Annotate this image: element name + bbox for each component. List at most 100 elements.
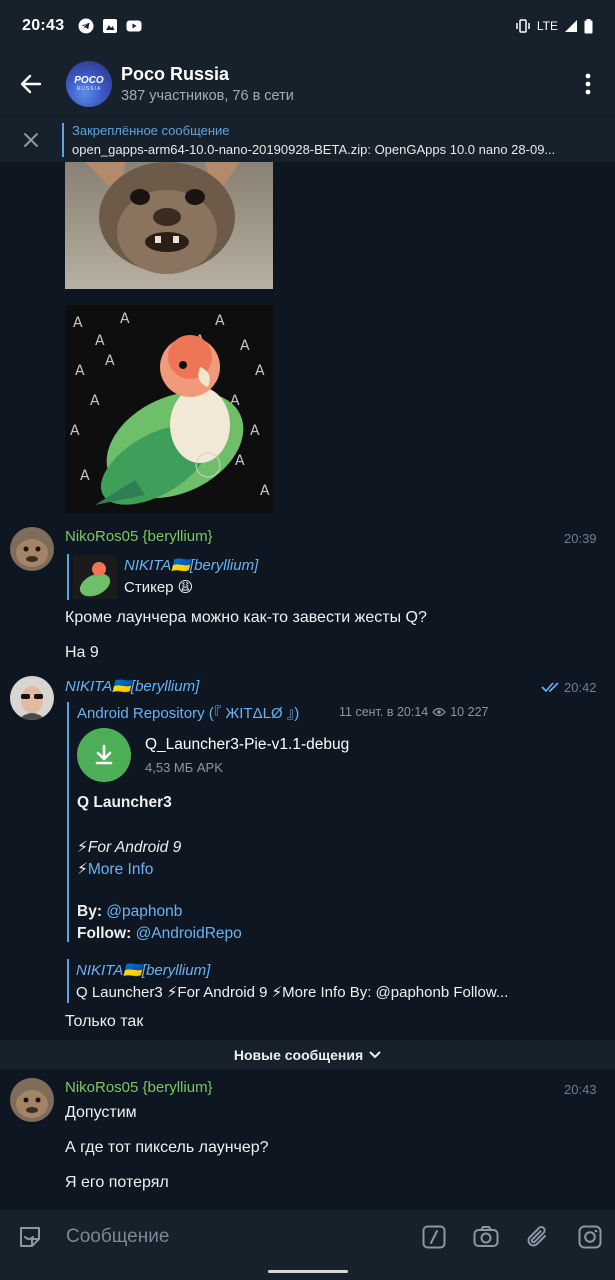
forward-date: 11 сент. в 20:14 xyxy=(339,705,429,719)
avatar-logo-bottom: RUSSIA xyxy=(76,86,102,92)
lovebird-image: AAAA AAAA AAAA AAAA xyxy=(65,305,273,513)
message-time: 20:42 xyxy=(564,680,597,695)
avatar-logo-top: POCO xyxy=(74,75,104,86)
reply-sender-name[interactable]: NIKITA🇺🇦[beryllium] xyxy=(124,556,258,574)
message-text: Я его потерял xyxy=(65,1174,169,1191)
slash-command-icon xyxy=(422,1225,446,1249)
message-time: 20:39 xyxy=(564,531,597,546)
attach-button[interactable] xyxy=(521,1220,555,1254)
forwarded-from-channel[interactable]: Android Repository (『 ЖITΔLØ 』) xyxy=(77,702,299,723)
paperclip-icon xyxy=(527,1226,546,1247)
pinned-text: open_gapps-arm64-10.0-nano-20190928-BETA… xyxy=(72,141,556,157)
user-avatar-bat xyxy=(10,1078,54,1122)
svg-text:A: A xyxy=(260,483,270,499)
camera-button[interactable] xyxy=(469,1220,503,1254)
lightning-emoji: ⚡ xyxy=(77,861,88,878)
reply-accent-bar xyxy=(67,959,69,1003)
more-options-button[interactable] xyxy=(561,52,615,116)
sender-name[interactable]: NIKITA🇺🇦[beryllium] xyxy=(65,677,199,695)
user-avatar-sunglasses xyxy=(10,676,54,720)
file-name[interactable]: Q_Launcher3-Pie-v1.1-debug xyxy=(145,736,349,754)
close-icon xyxy=(24,132,38,147)
close-pinned-button[interactable] xyxy=(0,117,62,163)
chat-header: POCO RUSSIA Poco Russia 387 участников, … xyxy=(0,52,615,116)
youtube-notification-icon xyxy=(126,20,142,32)
back-button[interactable] xyxy=(0,52,62,116)
user-avatar-bat xyxy=(10,527,54,571)
svg-text:A: A xyxy=(73,315,83,331)
follow-link[interactable]: @AndroidRepo xyxy=(136,925,242,942)
pinned-title: Закреплённое сообщение xyxy=(72,122,230,138)
pinned-accent-bar xyxy=(62,122,64,157)
svg-text:A: A xyxy=(95,333,105,349)
download-arrow-icon xyxy=(95,744,113,765)
caption-title: Q Launcher3 xyxy=(77,794,172,811)
svg-text:A: A xyxy=(235,453,245,469)
pinned-message-bar[interactable]: Закреплённое сообщение open_gapps-arm64-… xyxy=(0,116,615,162)
lovebird-photo[interactable]: AAAA AAAA AAAA AAAA xyxy=(65,305,273,513)
chat-title: Poco Russia xyxy=(121,64,230,84)
reply-sender-name[interactable]: NIKITA🇺🇦[beryllium] xyxy=(76,961,210,979)
svg-text:A: A xyxy=(215,313,225,329)
sender-name[interactable]: NikoRos05 {beryllium} xyxy=(65,1079,213,1096)
sender-name[interactable]: NikoRos05 {beryllium} xyxy=(65,528,213,545)
svg-text:A: A xyxy=(75,363,85,379)
message-input[interactable] xyxy=(66,1219,386,1255)
signal-icon xyxy=(565,20,577,32)
message-time: 20:43 xyxy=(564,1082,597,1097)
sticker-icon xyxy=(20,1227,40,1247)
message-text: На 9 xyxy=(65,644,99,661)
eye-views-icon xyxy=(432,707,447,717)
svg-text:A: A xyxy=(70,423,80,439)
message-text: А где тот пиксель лаунчер? xyxy=(65,1139,269,1156)
avatar[interactable] xyxy=(10,1078,54,1122)
arrow-back-icon xyxy=(20,74,42,94)
network-type: LTE xyxy=(536,19,558,33)
battery-icon xyxy=(584,18,593,33)
chat-info[interactable]: Poco Russia 387 участников, 76 в сети xyxy=(121,64,294,104)
svg-text:A: A xyxy=(80,468,90,484)
svg-text:A: A xyxy=(90,393,100,409)
instagram-camera-button[interactable] xyxy=(573,1220,607,1254)
caption-line: ⚡For Android 9 xyxy=(77,839,182,856)
svg-text:A: A xyxy=(255,363,265,379)
chat-subtitle: 387 участников, 76 в сети xyxy=(121,88,294,104)
new-messages-divider[interactable]: Новые сообщения xyxy=(0,1040,615,1069)
avatar[interactable] xyxy=(10,676,54,720)
message-list[interactable]: AAAA AAAA AAAA AAAA NikoRos05 {beryllium… xyxy=(0,162,615,1210)
commands-button[interactable] xyxy=(417,1220,451,1254)
svg-text:A: A xyxy=(120,311,130,327)
message-text: Только так xyxy=(65,1013,144,1030)
author-link[interactable]: @paphonb xyxy=(106,903,182,920)
chat-avatar[interactable]: POCO RUSSIA xyxy=(66,61,112,107)
reply-accent-bar xyxy=(67,554,69,600)
status-bar: 20:43 LTE xyxy=(0,0,615,52)
bat-image xyxy=(85,162,240,274)
follow-label: Follow: xyxy=(77,925,132,942)
sticker-emoji-button[interactable] xyxy=(0,1219,60,1255)
svg-text:A: A xyxy=(240,338,250,354)
avatar[interactable] xyxy=(10,527,54,571)
svg-text:A: A xyxy=(105,353,115,369)
bat-photo[interactable] xyxy=(65,162,273,289)
file-size: 4,53 МБ APK xyxy=(145,760,223,775)
forward-accent-bar xyxy=(67,702,69,942)
more-info-link[interactable]: More Info xyxy=(88,861,153,878)
message-text: Кроме лаунчера можно как-то завести жест… xyxy=(65,609,427,626)
more-vertical-icon xyxy=(585,73,591,95)
by-label: By: xyxy=(77,903,102,920)
home-indicator[interactable] xyxy=(268,1270,348,1273)
reply-thumbnail xyxy=(73,555,117,599)
download-file-button[interactable] xyxy=(77,728,131,782)
telegram-notification-icon xyxy=(78,18,94,34)
gallery-notification-icon xyxy=(103,19,118,33)
reply-text: Q Launcher3 ⚡For Android 9 ⚡More Info By… xyxy=(76,984,509,1001)
views-count: 10 227 xyxy=(450,705,489,719)
new-messages-label: Новые сообщения xyxy=(233,1046,364,1063)
instagram-icon xyxy=(578,1225,602,1249)
read-double-check-icon xyxy=(541,682,559,693)
reply-text: Стикер 😩 xyxy=(124,579,194,596)
message-text: Допустим xyxy=(65,1104,137,1121)
camera-icon xyxy=(473,1226,499,1247)
lovebird-thumb-icon xyxy=(79,562,111,597)
